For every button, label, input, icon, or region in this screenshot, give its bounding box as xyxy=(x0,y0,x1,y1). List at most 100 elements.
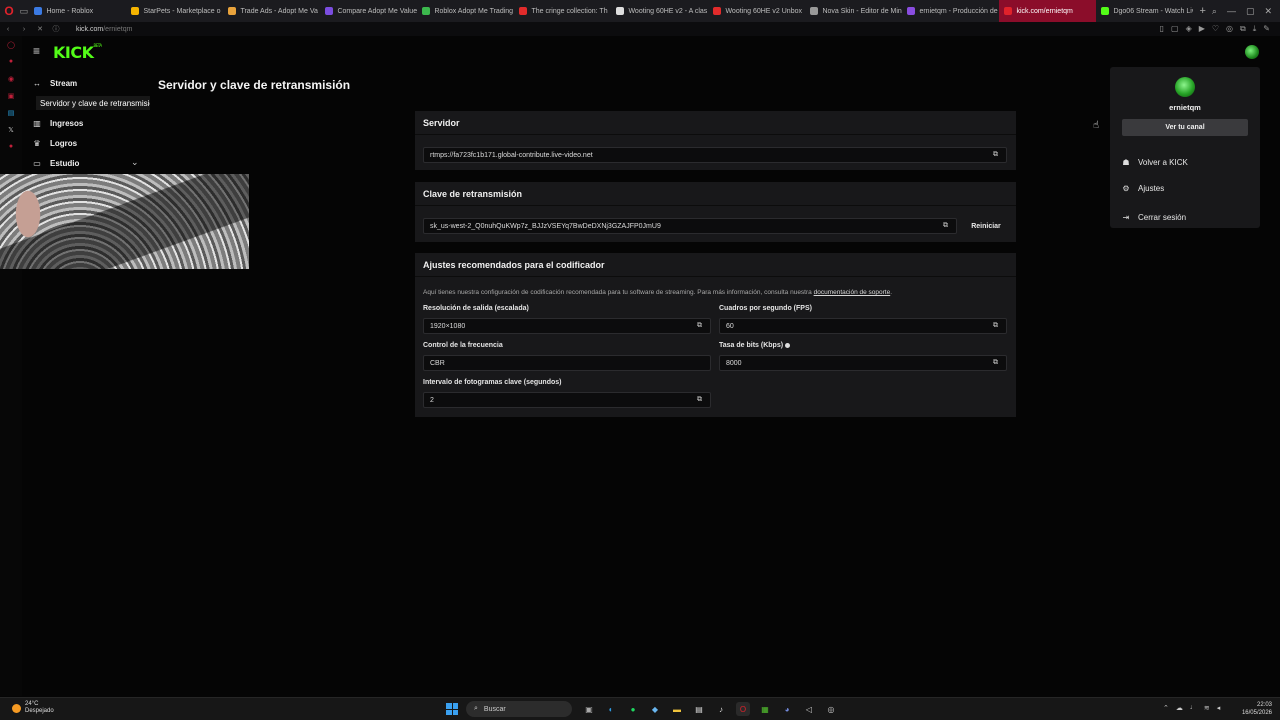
copy-icon[interactable]: ⧉ xyxy=(697,322,704,330)
x-icon[interactable]: 𝕏 xyxy=(0,121,22,138)
wifi-icon[interactable]: ≋ xyxy=(1204,704,1210,712)
sun-icon xyxy=(12,703,21,713)
opera-logo-icon[interactable]: O xyxy=(0,0,18,22)
mic-icon[interactable]: ♩ xyxy=(1190,704,1197,712)
forward-icon[interactable]: › xyxy=(16,26,32,33)
heart-icon[interactable]: ♡ xyxy=(1212,24,1219,34)
volume-icon[interactable]: ◂ xyxy=(1217,704,1221,712)
rate-control-field[interactable]: CBR xyxy=(423,355,711,371)
music-icon[interactable]: ◉ xyxy=(0,70,22,87)
tiktok-icon[interactable]: ♪ xyxy=(714,702,728,716)
sidebar-item-estudio[interactable]: ▭ Estudio xyxy=(32,155,79,171)
store-icon[interactable]: ▤ xyxy=(692,702,706,716)
extensions-icon[interactable]: ⧉ xyxy=(1240,24,1246,34)
back-icon[interactable]: ‹ xyxy=(0,26,16,33)
url-field[interactable]: kick.com/ernietqm xyxy=(76,26,132,33)
browser-tab[interactable]: Dgo06 Stream - Watch Liv xyxy=(1096,0,1193,22)
favicon-icon xyxy=(519,7,528,15)
aria-icon[interactable]: ✎ xyxy=(1263,24,1270,34)
copy-icon[interactable]: ⧉ xyxy=(993,322,1000,330)
new-tab-button[interactable]: + xyxy=(1193,5,1211,17)
cloud-icon[interactable]: ☁ xyxy=(1176,704,1183,712)
file-explorer-icon[interactable]: ▬ xyxy=(670,702,684,716)
minimize-icon[interactable]: — xyxy=(1227,6,1236,17)
play-icon[interactable]: ▶ xyxy=(1199,24,1205,34)
chevron-up-icon[interactable]: ⌃ xyxy=(1163,704,1169,712)
taskbar-search[interactable]: ⌕ Buscar xyxy=(466,701,572,717)
start-button[interactable] xyxy=(446,703,458,715)
page-title: Servidor y clave de retransmisión xyxy=(158,78,351,92)
task-view-icon[interactable]: ▣ xyxy=(582,702,596,716)
sidebar-item-stream[interactable]: ↔ Stream xyxy=(32,75,77,91)
user-menu: ernietqm Ver tu canal ☗ Volver a KICK ⚙ … xyxy=(1110,67,1260,228)
tab-menu-icon[interactable]: ▭ xyxy=(18,0,29,22)
copy-icon[interactable]: ⧉ xyxy=(993,359,1000,367)
favicon-icon xyxy=(131,7,140,15)
site-info-icon[interactable]: ⓘ xyxy=(48,24,64,34)
server-url-field[interactable]: rtmps://fa723fc1b171.global-contribute.l… xyxy=(423,147,1007,163)
reset-key-button[interactable]: Reiniciar xyxy=(964,219,1008,233)
search-tabs-icon[interactable]: ⌕ xyxy=(1212,6,1217,17)
support-docs-link[interactable]: documentación de soporte xyxy=(814,289,891,296)
bitrate-field[interactable]: 8000 ⧉ xyxy=(719,355,1007,371)
chevron-down-icon[interactable]: ⌄ xyxy=(131,157,139,168)
fps-field[interactable]: 60 ⧉ xyxy=(719,318,1007,334)
info-icon[interactable] xyxy=(785,342,791,348)
browser-tab[interactable]: Trade Ads - Adopt Me Va xyxy=(223,0,320,22)
discord-icon[interactable]: ◕ xyxy=(780,702,794,716)
app-icon[interactable]: ◁ xyxy=(802,702,816,716)
browser-tab[interactable]: Nova Skin - Editor de Min xyxy=(805,0,902,22)
resolution-field[interactable]: 1920×1080 ⧉ xyxy=(423,318,711,334)
app-icon[interactable]: ◆ xyxy=(648,702,662,716)
browser-tab[interactable]: Wooting 60HE v2 - A clas xyxy=(611,0,708,22)
sidebar-item-logros[interactable]: ♛ Logros xyxy=(32,135,77,151)
messenger-icon[interactable]: ● xyxy=(0,53,22,70)
menu-item-logout[interactable]: ⇥ Cerrar sesión xyxy=(1122,210,1186,224)
resolution-label: Resolución de salida (escalada) xyxy=(423,305,529,312)
favicon-icon xyxy=(810,7,819,15)
snapshot-icon[interactable]: ▢ xyxy=(1171,24,1179,34)
shield-icon[interactable]: ◈ xyxy=(1186,24,1192,34)
sidebar-item-server-key[interactable]: Servidor y clave de retransmisión xyxy=(36,96,150,110)
menu-icon[interactable]: ≡ xyxy=(33,45,45,57)
copy-icon[interactable]: ⧉ xyxy=(993,151,1000,159)
browser-tab[interactable]: Home - Roblox xyxy=(29,0,126,22)
account-icon[interactable]: ◎ xyxy=(1226,24,1233,34)
menu-item-settings[interactable]: ⚙ Ajustes xyxy=(1122,181,1164,195)
opera-icon[interactable]: O xyxy=(736,702,750,716)
clock[interactable]: 22:03 16/05/2026 xyxy=(1238,701,1272,717)
sidebar-item-ingresos[interactable]: ▥ Ingresos xyxy=(32,115,83,131)
home-icon[interactable]: ◯ xyxy=(0,36,22,53)
maximize-icon[interactable]: ▢ xyxy=(1246,6,1255,17)
instagram-icon[interactable]: ▣ xyxy=(0,87,22,104)
bookmark-icon[interactable]: ▯ xyxy=(1160,24,1164,34)
weather-widget[interactable]: 24°C Despejado xyxy=(12,701,54,715)
view-channel-button[interactable]: Ver tu canal xyxy=(1122,119,1248,136)
browser-tab[interactable]: ernietqm - Producción de xyxy=(902,0,999,22)
close-window-icon[interactable]: ✕ xyxy=(1264,6,1272,17)
menu-item-back-to-kick[interactable]: ☗ Volver a KICK xyxy=(1122,155,1187,169)
twitch-icon[interactable]: ▤ xyxy=(0,104,22,121)
edge-icon[interactable]: ◐ xyxy=(604,702,618,716)
reload-icon[interactable]: ✕ xyxy=(32,25,48,33)
studio-icon: ▭ xyxy=(33,158,41,168)
browser-tab[interactable]: Compare Adopt Me Value xyxy=(320,0,417,22)
minecraft-icon[interactable]: ▦ xyxy=(758,702,772,716)
trophy-icon: ♛ xyxy=(33,138,41,148)
browser-tab[interactable]: Roblox Adopt Me Trading xyxy=(417,0,514,22)
browser-tab[interactable]: StarPets - Marketplace o xyxy=(126,0,223,22)
keyframe-field[interactable]: 2 ⧉ xyxy=(423,392,711,408)
avatar[interactable] xyxy=(1245,45,1259,59)
spotify-icon[interactable]: ● xyxy=(626,702,640,716)
stream-key-field[interactable]: sk_us-west-2_Q0nuhQuKWp7z_BJJzVSEYq7BwDe… xyxy=(423,218,957,234)
copy-icon[interactable]: ⧉ xyxy=(697,396,704,404)
kick-logo[interactable]: KICKBETA xyxy=(53,43,102,62)
pinboard-icon[interactable]: ● xyxy=(0,138,22,155)
browser-tab[interactable]: kick.com/ernietqm xyxy=(999,0,1097,22)
copy-icon[interactable]: ⧉ xyxy=(943,222,950,230)
download-icon[interactable]: ⤓ xyxy=(1253,24,1257,34)
system-tray: ⌃ ☁ ♩ ≋ ◂ xyxy=(1163,704,1220,712)
browser-tab[interactable]: Wooting 60HE v2 Unbox xyxy=(708,0,805,22)
obs-icon[interactable]: ◎ xyxy=(824,702,838,716)
browser-tab[interactable]: The cringe collection: Th xyxy=(514,0,611,22)
